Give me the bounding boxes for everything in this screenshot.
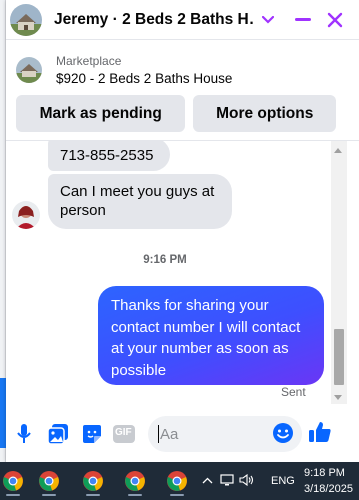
message-input[interactable]	[160, 416, 260, 452]
listing-thumbnail	[16, 57, 42, 83]
gif-label: GIF	[115, 427, 132, 438]
chrome-icon[interactable]	[76, 466, 110, 496]
chrome-icon[interactable]	[0, 466, 30, 496]
chrome-icon[interactable]	[160, 466, 194, 496]
taskbar: ENG 9:18 PM 3/18/2025	[0, 462, 359, 500]
more-options-button[interactable]: More options	[193, 95, 336, 132]
avatar[interactable]	[10, 3, 42, 36]
taskbar-clock[interactable]: 9:18 PM 3/18/2025	[304, 465, 359, 497]
incoming-message[interactable]: 713-855-2535	[48, 141, 170, 171]
clock-date: 3/18/2025	[304, 483, 353, 495]
conversation-title[interactable]: Jeremy · 2 Beds 2 Baths H…	[54, 11, 254, 29]
listing-source-label: Marketplace	[56, 54, 122, 68]
text-cursor	[158, 425, 159, 443]
minimize-icon[interactable]	[290, 5, 316, 35]
listing-title[interactable]: $920 - 2 Beds 2 Baths House	[56, 71, 232, 86]
chevron-up-icon[interactable]	[202, 475, 216, 487]
chevron-down-icon[interactable]	[260, 12, 276, 28]
scroll-down-arrow[interactable]	[334, 395, 342, 400]
clock-time: 9:18 PM	[304, 467, 345, 479]
outgoing-message[interactable]: Thanks for sharing your contact number I…	[98, 286, 324, 385]
chat-header[interactable]: Jeremy · 2 Beds 2 Baths H…	[6, 0, 359, 40]
chrome-icon[interactable]	[118, 466, 152, 496]
language-indicator[interactable]: ENG	[271, 475, 295, 487]
microphone-icon[interactable]	[12, 422, 36, 446]
gif-icon[interactable]: GIF	[112, 422, 136, 446]
message-timestamp: 9:16 PM	[143, 254, 187, 266]
close-icon[interactable]	[322, 5, 348, 35]
chrome-icon[interactable]	[32, 466, 66, 496]
chat-window: Jeremy · 2 Beds 2 Baths H… Marketplace $…	[6, 0, 359, 462]
thumbs-up-icon[interactable]	[308, 420, 332, 444]
message-list: 713-855-2535 Can I meet you guys at pers…	[6, 141, 359, 407]
volume-icon[interactable]	[239, 473, 257, 489]
sticker-icon[interactable]	[80, 422, 104, 446]
mark-as-pending-button[interactable]: Mark as pending	[16, 95, 186, 132]
scroll-thumb[interactable]	[334, 329, 344, 385]
sender-avatar[interactable]	[12, 201, 40, 229]
message-composer: GIF	[6, 410, 359, 460]
listing-actions: Mark as pending More options	[16, 95, 336, 132]
scrollbar[interactable]	[331, 141, 347, 404]
photo-icon[interactable]	[46, 422, 70, 446]
scroll-up-arrow[interactable]	[334, 148, 342, 153]
incoming-message[interactable]: Can I meet you guys at person	[48, 174, 232, 229]
network-icon[interactable]	[220, 473, 236, 489]
system-tray: ENG	[202, 462, 295, 500]
emoji-icon[interactable]	[272, 422, 296, 446]
message-input-container[interactable]	[148, 416, 302, 452]
sent-status: Sent	[281, 385, 306, 399]
marketplace-listing[interactable]: Marketplace $920 - 2 Beds 2 Baths House	[6, 50, 359, 90]
